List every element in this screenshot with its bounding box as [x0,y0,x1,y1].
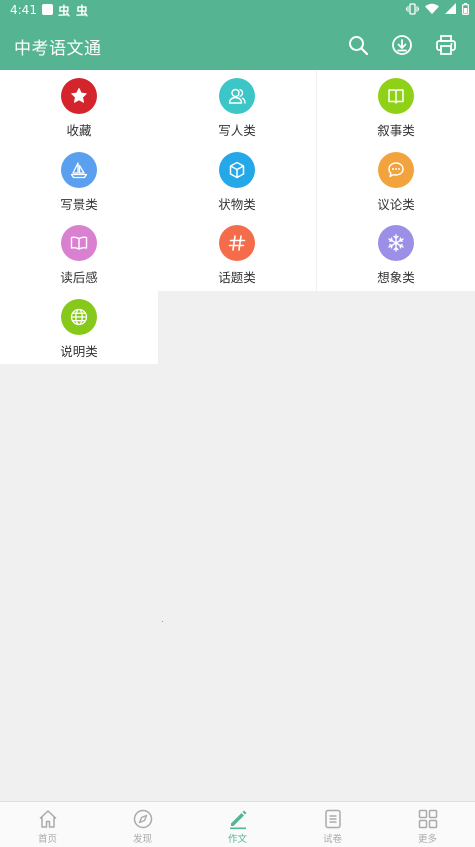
signal-icon [445,3,456,14]
category-label: 叙事类 [377,123,415,138]
download-icon [392,35,412,55]
category-label: 说明类 [60,343,98,359]
category-label: 想象类 [377,270,415,285]
compass-icon [133,809,153,829]
print-icon [436,35,456,55]
print-button[interactable] [434,33,458,57]
bug-icon: 虫 [58,4,71,18]
category-scenery[interactable]: 写景类 [0,143,158,217]
app-title: 中考语文通 [14,39,102,59]
scenery-icon-circle [61,151,97,188]
category-favorites[interactable]: 收藏 [0,70,158,144]
chat-bubble-icon [388,161,404,177]
category-explanation[interactable]: 说明类 [0,290,158,364]
category-label: 写人类 [218,123,256,138]
category-label: 收藏 [66,123,92,138]
category-label: 状物类 [218,196,256,212]
status-bar: 4:41 虫 虫 [0,0,475,20]
nav-label: 试卷 [322,834,342,845]
category-label: 议论类 [377,196,415,212]
home-icon [39,810,57,828]
pencil-icon [230,810,247,830]
topic-icon-circle [219,225,255,261]
nav-label: 首页 [37,834,57,845]
nav-home[interactable]: 首页 [0,802,95,847]
globe-icon [70,308,88,325]
category-label: 读后感 [60,270,98,285]
people-icon-circle [219,78,255,114]
category-label: 话题类 [218,270,256,285]
explanation-icon-circle [61,298,97,335]
nav-label: 发现 [132,834,152,845]
nav-essay[interactable]: 作文 [190,802,285,847]
grid-icon [418,809,438,829]
notification-icon [42,4,53,15]
imagination-icon-circle [378,225,414,261]
bug-icon: 虫 [76,4,89,18]
bottom-nav: 首页 发现 作文 试卷 更多 [0,801,475,847]
cube-icon [229,161,245,178]
star-icon [71,88,87,103]
search-icon [349,36,369,56]
stray-dot [162,621,163,622]
category-imagination[interactable]: 想象类 [317,217,475,291]
favorites-icon-circle [61,78,97,114]
category-topic[interactable]: 话题类 [158,217,316,291]
category-objects[interactable]: 状物类 [158,143,316,217]
snowflake-icon [388,234,404,252]
download-button[interactable] [390,33,414,57]
category-reflection[interactable]: 读后感 [0,217,158,291]
vibrate-icon [406,3,419,15]
narrative-icon-circle [378,78,414,114]
document-icon [325,809,341,829]
search-button[interactable] [346,33,370,57]
reflection-icon-circle [61,225,97,261]
argument-icon-circle [378,151,414,188]
objects-icon-circle [219,151,255,188]
category-argument[interactable]: 议论类 [317,143,475,217]
nav-label: 更多 [417,834,437,845]
sailboat-icon [70,161,88,178]
nav-discover[interactable]: 发现 [95,802,190,847]
nav-papers[interactable]: 试卷 [285,802,380,847]
category-people[interactable]: 写人类 [158,70,316,144]
category-narrative[interactable]: 叙事类 [317,70,475,144]
nav-label: 作文 [227,834,247,845]
app-bar: 中考语文通 [0,20,475,70]
status-time: 4:41 [10,3,37,17]
hashtag-icon [228,235,246,251]
book-open-icon [388,89,404,104]
book-icon [70,236,88,250]
category-label: 写景类 [60,196,98,212]
nav-more[interactable]: 更多 [380,802,475,847]
wifi-icon [425,3,439,14]
people-icon [228,88,246,104]
battery-icon [462,3,469,15]
